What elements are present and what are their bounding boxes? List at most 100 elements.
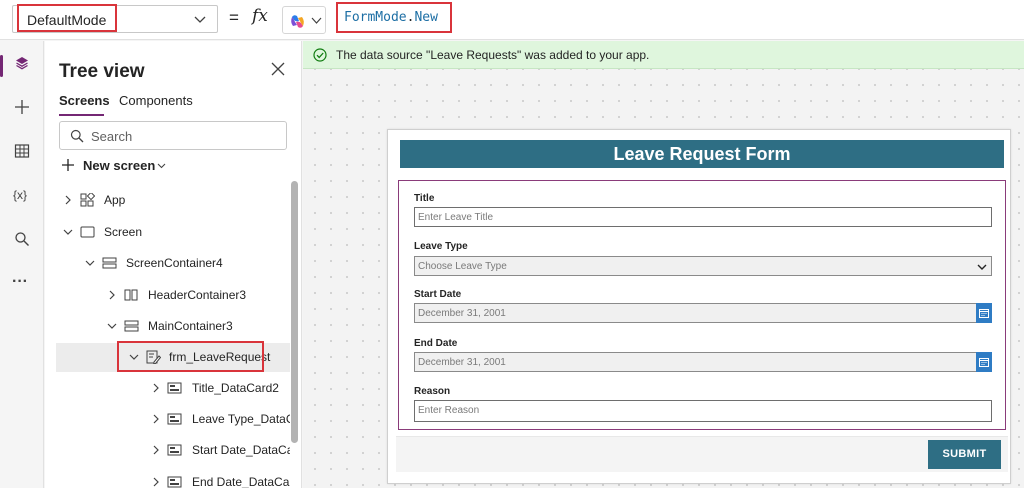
end-date-label: End Date [414, 338, 458, 349]
reason-label: Reason [414, 386, 451, 397]
new-screen-label: New screen [83, 158, 156, 173]
vertical-container-icon [124, 320, 139, 332]
tree-node-maincontainer3[interactable]: MainContainer3 [45, 312, 290, 340]
checkmark-circle-icon [313, 48, 327, 62]
tree-scrollbar[interactable] [291, 181, 298, 443]
title-input[interactable]: Enter Leave Title [414, 207, 992, 227]
active-indicator [0, 55, 3, 77]
canvas: The data source "Leave Requests" was add… [303, 41, 1024, 488]
tree-view-panel: Tree view Screens Components Search New … [45, 41, 302, 488]
chevron-down-icon [311, 17, 322, 24]
tree-node-label: Start Date_DataCard [192, 443, 290, 457]
copilot-icon [291, 15, 304, 28]
chevron-down-icon [194, 16, 206, 23]
formula-bar: DefaultMode = fx FormMode.New [0, 0, 1024, 40]
chevron-down-icon [157, 163, 166, 169]
chevron-right-icon[interactable] [151, 383, 161, 393]
form-title: Leave Request Form [613, 144, 791, 164]
tree-node-label: Title_DataCard2 [192, 381, 279, 395]
start-date-picker[interactable]: December 31, 2001 [414, 303, 992, 323]
copilot-button[interactable] [282, 6, 326, 34]
notification-bar: The data source "Leave Requests" was add… [303, 41, 1024, 69]
tree-node-startdate-datacard[interactable]: Start Date_DataCard [45, 436, 290, 464]
plus-icon [62, 159, 74, 171]
chevron-right-icon[interactable] [107, 290, 117, 300]
datacard-icon [167, 413, 182, 425]
tree-node-label: App [104, 193, 126, 207]
screen-icon [80, 226, 95, 238]
calendar-button[interactable] [976, 352, 992, 372]
highlight-form-node [117, 341, 264, 372]
leave-type-placeholder: Choose Leave Type [418, 261, 507, 272]
table-icon [14, 144, 30, 158]
datacard-icon [167, 476, 182, 488]
tree-search-input[interactable]: Search [59, 121, 287, 150]
horizontal-container-icon [124, 289, 138, 301]
start-date-label: Start Date [414, 289, 462, 300]
rail-insert[interactable] [0, 87, 44, 131]
leave-request-form[interactable]: Title Enter Leave Title Leave Type Choos… [398, 180, 1006, 430]
end-date-picker[interactable]: December 31, 2001 [414, 352, 992, 372]
leave-type-dropdown[interactable]: Choose Leave Type [414, 256, 992, 276]
datacard-icon [167, 444, 182, 456]
search-icon [70, 129, 84, 143]
tab-screens[interactable]: Screens [59, 93, 110, 108]
tree-node-label: End Date_DataCard1 [192, 475, 290, 488]
more-icon: ··· [12, 273, 28, 290]
tab-components[interactable]: Components [119, 93, 193, 108]
chevron-right-icon[interactable] [63, 195, 73, 205]
tree-node-leavetype-datacard[interactable]: Leave Type_DataCard [45, 405, 290, 433]
left-rail: {x} ··· [0, 41, 44, 488]
tree-view-title: Tree view [59, 61, 145, 82]
highlight-property [17, 4, 117, 32]
tree-node-label: HeaderContainer3 [148, 288, 247, 302]
title-label: Title [414, 193, 435, 204]
chevron-down-icon[interactable] [63, 227, 73, 237]
submit-button[interactable]: SUBMIT [928, 440, 1001, 469]
end-date-value: December 31, 2001 [418, 357, 506, 368]
rail-tree-view[interactable] [0, 43, 44, 87]
start-date-value: December 31, 2001 [418, 308, 506, 319]
close-icon[interactable] [271, 62, 285, 76]
reason-input[interactable]: Enter Reason [414, 400, 992, 422]
search-icon [15, 232, 29, 246]
equals-sign: = [229, 8, 239, 27]
chevron-down-icon[interactable] [107, 321, 117, 331]
tree-node-label: Leave Type_DataCard [192, 412, 290, 426]
search-placeholder: Search [91, 129, 133, 144]
leave-type-label: Leave Type [414, 241, 468, 252]
app-screen[interactable]: Leave Request Form Title Enter Leave Tit… [387, 129, 1011, 484]
tree-node-label: ScreenContainer4 [126, 256, 223, 270]
rail-variables[interactable]: {x} [0, 175, 44, 219]
layers-icon [16, 57, 28, 70]
rail-data[interactable] [0, 131, 44, 175]
app-icon [80, 193, 95, 207]
chevron-right-icon[interactable] [151, 477, 161, 487]
tree-node-screencontainer4[interactable]: ScreenContainer4 [45, 249, 290, 277]
chevron-right-icon[interactable] [151, 445, 161, 455]
tree-node-title-datacard2[interactable]: Title_DataCard2 [45, 374, 290, 402]
rail-more[interactable]: ··· [0, 263, 44, 307]
fx-label: fx [252, 6, 268, 26]
chevron-right-icon[interactable] [151, 414, 161, 424]
calendar-button[interactable] [976, 303, 992, 323]
notification-text: The data source "Leave Requests" was add… [336, 48, 650, 62]
form-header: Leave Request Form [400, 140, 1004, 168]
chevron-down-icon[interactable] [85, 258, 95, 268]
tree-node-screen[interactable]: Screen [45, 218, 290, 246]
tree-node-enddate-datacard1[interactable]: End Date_DataCard1 [45, 468, 290, 488]
title-placeholder: Enter Leave Title [418, 212, 494, 223]
calendar-icon [979, 358, 989, 367]
power-apps-studio: DefaultMode = fx FormMode.New {x} ··· Tr… [0, 0, 1024, 488]
tree-node-label: MainContainer3 [148, 319, 233, 333]
tab-underline [59, 114, 104, 116]
tree-node-app[interactable]: App [45, 186, 290, 214]
rail-search[interactable] [0, 219, 44, 263]
calendar-icon [979, 309, 989, 318]
chevron-down-icon [977, 264, 987, 270]
tree-node-label: Screen [104, 225, 143, 239]
reason-placeholder: Enter Reason [418, 405, 480, 416]
vertical-container-icon [102, 257, 117, 269]
variables-icon: {x} [13, 188, 28, 202]
tree-node-headercontainer3[interactable]: HeaderContainer3 [45, 281, 290, 309]
